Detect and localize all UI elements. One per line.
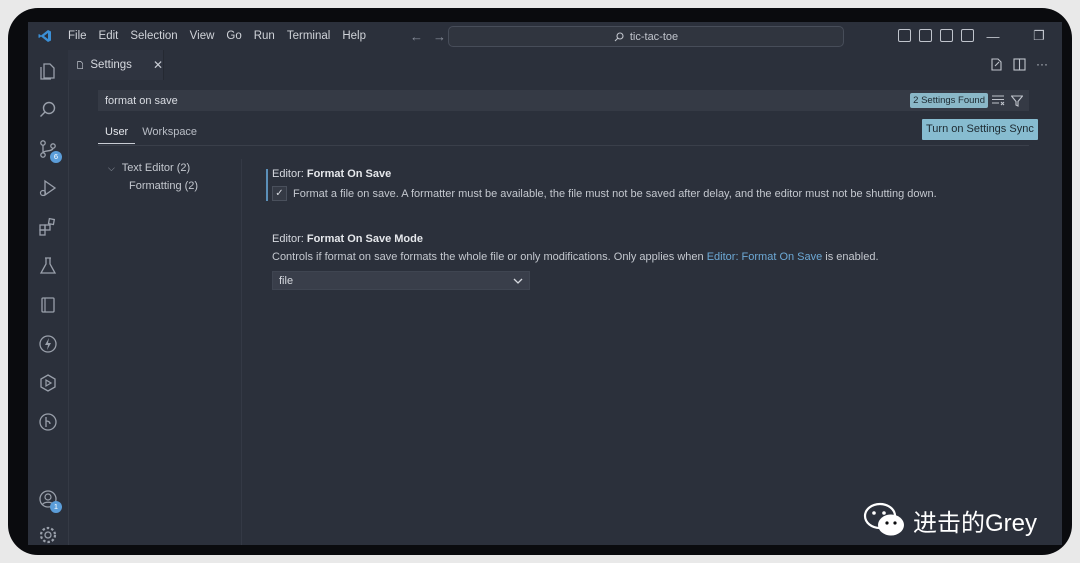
remote-explorer-icon[interactable] (37, 372, 59, 394)
menu-run[interactable]: Run (248, 22, 281, 50)
format-on-save-checkbox[interactable]: ✓ (272, 186, 287, 201)
split-editor-icon[interactable] (1013, 58, 1026, 71)
setting-description: Format a file on save. A formatter must … (293, 187, 937, 200)
select-value: file (279, 274, 294, 287)
setting-title: Editor: Format On Save (272, 168, 1032, 180)
setting-name: Format On Save (306, 168, 392, 180)
menu-help[interactable]: Help (336, 22, 372, 50)
vscode-window: File Edit Selection View Go Run Terminal… (28, 22, 1062, 545)
open-settings-json-icon[interactable] (990, 58, 1003, 71)
tab-label: Settings (90, 59, 132, 71)
setting-prefix: Editor: (272, 233, 307, 245)
tab-user[interactable]: User (98, 124, 136, 144)
toc-divider (241, 159, 242, 545)
close-icon[interactable]: ✕ (153, 58, 163, 72)
settings-sync-button[interactable]: Turn on Settings Sync (922, 119, 1038, 140)
menu-edit[interactable]: Edit (93, 22, 125, 50)
toggle-sidebar-icon[interactable] (898, 29, 911, 42)
layout-controls (898, 29, 974, 42)
setting-prefix: Editor: (272, 168, 307, 180)
restore-icon[interactable]: ❐ (1016, 28, 1062, 44)
chevron-down-icon: ⌵ (108, 163, 115, 173)
file-icon (77, 61, 84, 69)
menu-go[interactable]: Go (220, 22, 247, 50)
explorer-icon[interactable] (37, 60, 59, 82)
command-center[interactable]: tic-tac-toe (448, 26, 844, 47)
testing-flask-icon[interactable] (37, 255, 59, 277)
scope-divider (98, 145, 1029, 146)
settings-found-badge: 2 Settings Found (910, 93, 988, 108)
minimize-icon[interactable]: — (970, 29, 1016, 44)
setting-title: Editor: Format On Save Mode (272, 233, 1032, 245)
window-controls: — ❐ (970, 22, 1062, 50)
notebook-icon[interactable] (37, 294, 59, 316)
settings-search-input[interactable]: format on save (98, 95, 910, 107)
manage-gear-icon[interactable] (37, 524, 59, 545)
search-icon[interactable] (37, 99, 59, 121)
search-actions (992, 94, 1029, 107)
accounts-badge: 1 (50, 501, 62, 513)
format-on-save-mode-select[interactable]: file (272, 271, 530, 290)
filter-icon[interactable] (1011, 94, 1023, 107)
menu-view[interactable]: View (184, 22, 221, 50)
source-control-icon[interactable]: 6 (37, 138, 62, 163)
device-frame: File Edit Selection View Go Run Terminal… (8, 8, 1072, 555)
git-graph-icon[interactable] (37, 411, 59, 433)
tab-settings[interactable]: Settings ✕ (68, 50, 164, 80)
back-arrow-icon[interactable]: ← (410, 29, 423, 44)
desc-text: Controls if format on save formats the w… (272, 251, 707, 263)
toc-label: Formatting (2) (129, 180, 199, 192)
setting-name: Format On Save Mode (306, 233, 423, 245)
wechat-logo-icon (863, 502, 904, 536)
setting-format-on-save: Editor: Format On Save ✓ Format a file o… (272, 168, 1032, 201)
toggle-secondary-sidebar-icon[interactable] (940, 29, 953, 42)
watermark: 进击的Grey (863, 502, 1037, 538)
title-bar: File Edit Selection View Go Run Terminal… (28, 22, 1062, 50)
watermark-text: 进击的Grey (913, 509, 1038, 537)
setting-link[interactable]: Editor: Format On Save (707, 251, 823, 263)
search-icon (614, 31, 624, 41)
focused-setting-indicator (266, 169, 268, 201)
settings-scope-tabs: User Workspace (98, 124, 204, 144)
chevron-down-icon (513, 278, 523, 284)
lightning-icon[interactable] (37, 333, 59, 355)
editor-tab-bar: Settings ✕ ··· (68, 50, 1062, 80)
menu-selection[interactable]: Selection (124, 22, 183, 50)
activity-bar: 6 1 (28, 50, 69, 545)
source-control-badge: 6 (50, 151, 62, 163)
vscode-logo-icon (28, 29, 62, 43)
settings-toc: ⌵ Text Editor (2) Formatting (2) (108, 159, 198, 195)
extensions-icon[interactable] (37, 216, 59, 238)
clear-filter-icon[interactable] (992, 95, 1005, 106)
run-debug-icon[interactable] (37, 177, 59, 199)
menu-file[interactable]: File (62, 22, 93, 50)
menu-terminal[interactable]: Terminal (281, 22, 336, 50)
tab-workspace[interactable]: Workspace (135, 124, 204, 144)
toc-label: Text Editor (2) (121, 162, 191, 174)
desc-text: is enabled. (822, 251, 879, 263)
setting-format-on-save-mode: Editor: Format On Save Mode Controls if … (272, 233, 1032, 290)
setting-checkbox-row: ✓ Format a file on save. A formatter mus… (272, 186, 1032, 201)
editor-actions: ··· (990, 58, 1048, 71)
more-actions-icon[interactable]: ··· (1036, 58, 1048, 71)
setting-description: Controls if format on save formats the w… (272, 251, 1032, 263)
menu-bar: File Edit Selection View Go Run Terminal… (62, 22, 372, 50)
accounts-icon[interactable]: 1 (37, 488, 62, 513)
forward-arrow-icon[interactable]: → (433, 29, 446, 44)
settings-search[interactable]: format on save 2 Settings Found (98, 90, 1029, 111)
toc-item-text-editor[interactable]: ⌵ Text Editor (2) (108, 159, 198, 177)
command-center-label: tic-tac-toe (629, 30, 679, 43)
toc-item-formatting[interactable]: Formatting (2) (108, 177, 198, 195)
nav-arrows: ← → (410, 29, 446, 44)
toggle-panel-icon[interactable] (919, 29, 932, 42)
